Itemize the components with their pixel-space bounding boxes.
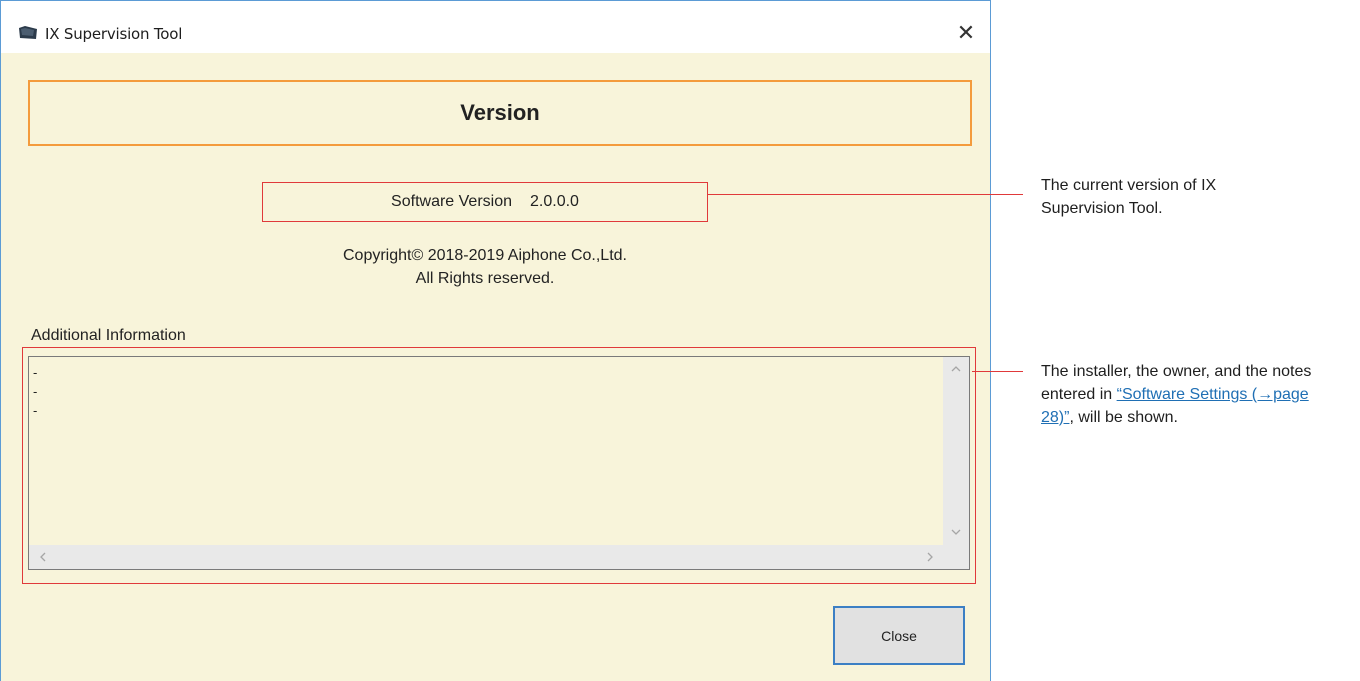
close-button[interactable]: Close — [833, 606, 965, 665]
software-version-value: 2.0.0.0 — [530, 193, 579, 210]
info-annotation-suffix: , will be shown. — [1069, 409, 1178, 426]
info-leader-line — [972, 371, 1023, 372]
version-leader-line — [707, 194, 1023, 195]
software-version-label: Software Version — [391, 193, 512, 210]
software-version: Software Version 2.0.0.0 — [262, 182, 708, 222]
version-annotation: The current version of IX Supervision To… — [1041, 177, 1217, 217]
additional-info-highlight — [22, 347, 976, 584]
close-icon[interactable]: ✕ — [956, 22, 976, 44]
app-icon — [18, 25, 38, 41]
info-annotation: The installer, the owner, and the notes … — [1041, 360, 1346, 429]
rights-line: All Rights reserved. — [415, 270, 555, 287]
supervision-window: IX Supervision Tool ✕ Version Software V… — [0, 0, 991, 681]
additional-info-label: Additional Information — [31, 327, 186, 344]
version-banner: Version — [28, 80, 972, 146]
copyright-text: Copyright© 2018-2019 Aiphone Co.,Ltd. Al… — [262, 244, 708, 290]
title-bar: IX Supervision Tool ✕ — [1, 1, 990, 53]
page-title: Version — [460, 100, 540, 125]
window-title: IX Supervision Tool — [45, 25, 183, 43]
copyright-line: Copyright© 2018-2019 Aiphone Co.,Ltd. — [343, 247, 627, 264]
